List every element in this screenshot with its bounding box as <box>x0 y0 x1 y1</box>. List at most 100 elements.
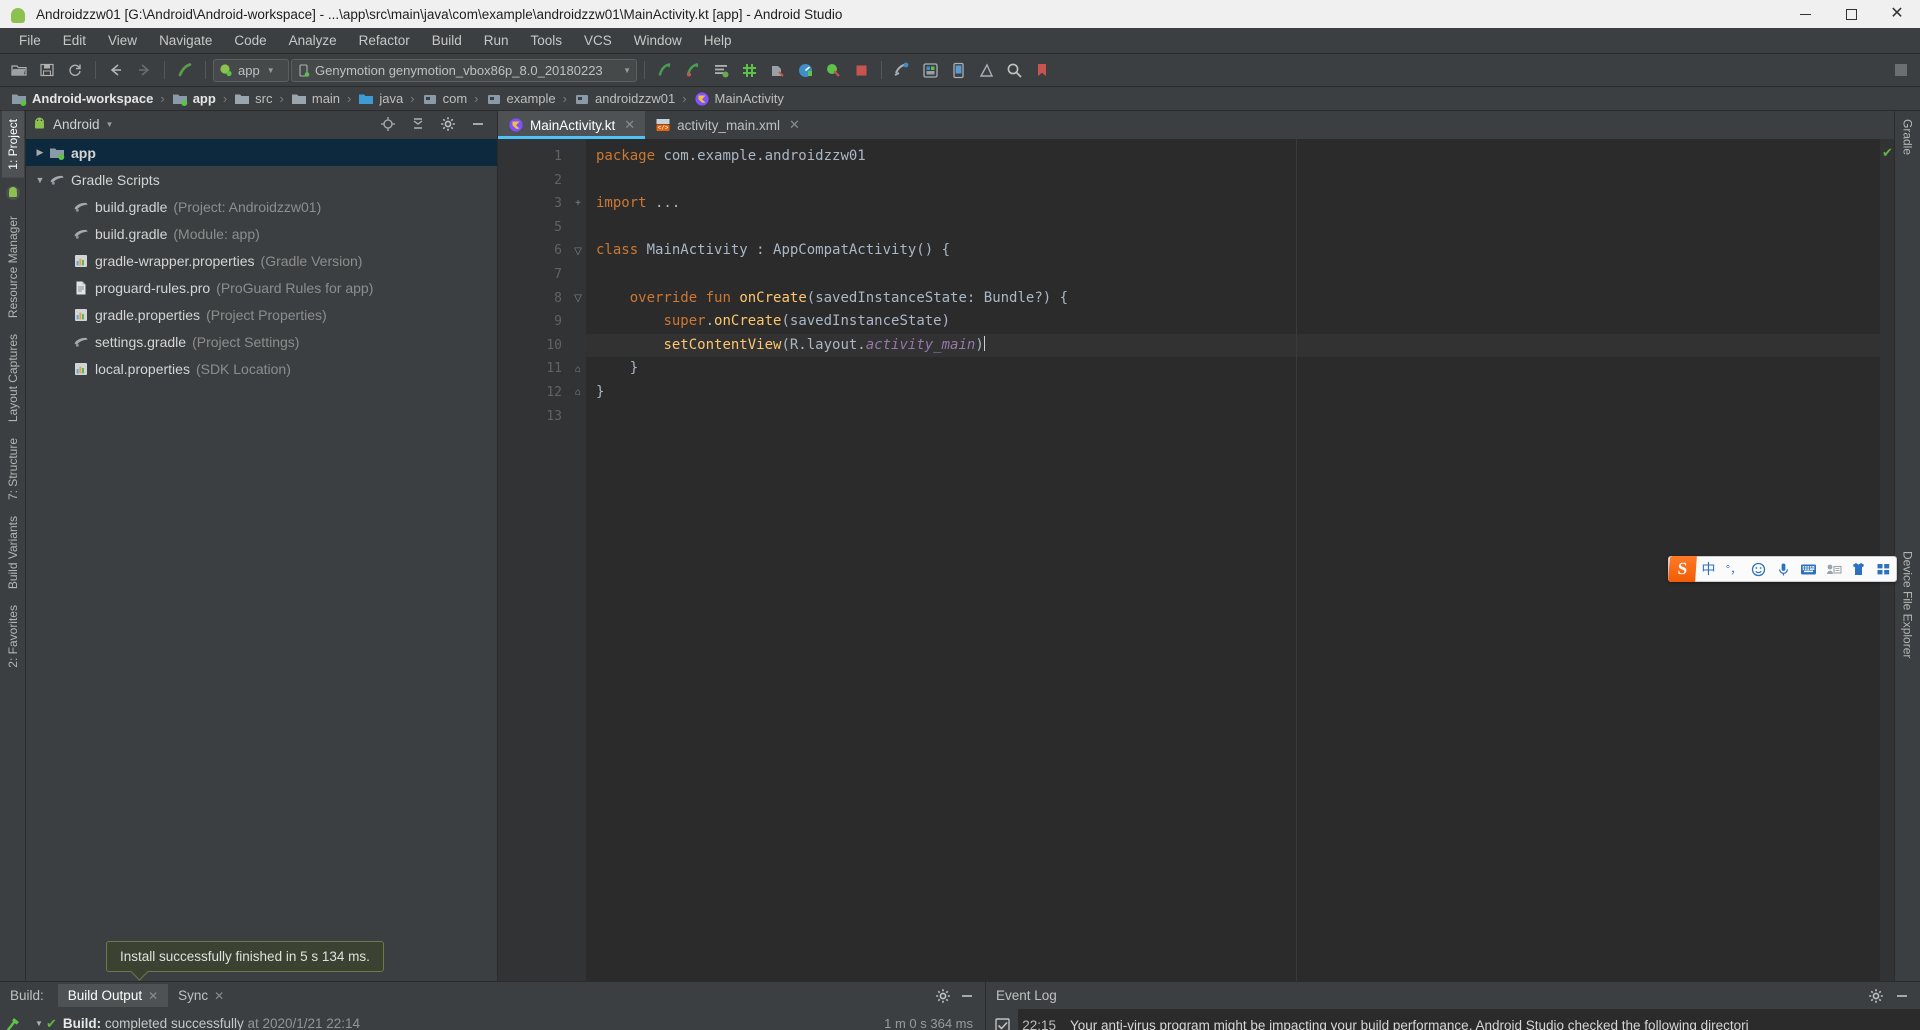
code-fold-toggle[interactable]: ⌂ <box>570 357 586 381</box>
collapse-all-icon[interactable] <box>405 112 431 137</box>
open-folder-icon[interactable] <box>6 58 32 83</box>
left-rail-tab-1-project[interactable]: 1: Project <box>1 111 24 178</box>
tree-node-build.gradle[interactable]: build.gradle (Project: Androidzzw01) <box>26 193 497 220</box>
avd-manager-icon[interactable] <box>820 58 846 83</box>
close-icon[interactable]: ✕ <box>624 117 635 133</box>
avd-device-icon[interactable] <box>945 58 971 83</box>
skin-icon[interactable] <box>1846 556 1871 582</box>
profiler-icon[interactable] <box>792 58 818 83</box>
gradle-sync-icon[interactable] <box>172 58 198 83</box>
editor-tab-activity-main-xml[interactable]: </> activity_main.xml ✕ <box>645 111 810 139</box>
menu-item-window[interactable]: Window <box>623 30 693 51</box>
settings-gear-icon[interactable] <box>1868 988 1884 1004</box>
sdk-manager-icon[interactable] <box>889 58 915 83</box>
code-fold-toggle[interactable]: ⌂ <box>570 381 586 405</box>
menu-item-file[interactable]: File <box>8 30 52 51</box>
code-fold-toggle[interactable]: ▽ <box>570 287 586 311</box>
maximize-button[interactable] <box>1828 0 1874 28</box>
tree-node-gradle-wrapper.properties[interactable]: gradle-wrapper.properties (Gradle Version… <box>26 247 497 274</box>
close-icon[interactable]: ✕ <box>789 117 800 133</box>
code-line[interactable]: } <box>586 381 1880 405</box>
build-hammer-icon[interactable] <box>5 1015 23 1030</box>
code-line[interactable] <box>586 405 1880 429</box>
mark-all-read-icon[interactable] <box>994 1017 1011 1030</box>
menu-item-tools[interactable]: Tools <box>520 30 574 51</box>
bookmark-icon[interactable] <box>1029 58 1055 83</box>
breadcrumb-item-main[interactable]: main <box>288 90 343 108</box>
code-line[interactable] <box>586 263 1880 287</box>
sync-project-icon[interactable] <box>62 58 88 83</box>
breadcrumb-item-java[interactable]: java <box>355 90 406 108</box>
code-line[interactable] <box>586 216 1880 240</box>
stop-icon[interactable] <box>848 58 874 83</box>
handwriting-icon[interactable] <box>1821 556 1846 582</box>
device-selector[interactable]: Genymotion genymotion_vbox86p_8.0_201802… <box>291 58 637 82</box>
soft-keyboard-icon[interactable] <box>1796 556 1821 582</box>
code-line[interactable]: import ... <box>586 192 1880 216</box>
tree-node-build.gradle[interactable]: build.gradle (Module: app) <box>26 220 497 247</box>
apply-changes-icon[interactable] <box>708 58 734 83</box>
navigate-back-icon[interactable] <box>103 58 129 83</box>
run-icon[interactable] <box>652 58 678 83</box>
breadcrumb-item-mainactivity[interactable]: MainActivity <box>691 90 787 108</box>
build-tab-build-output[interactable]: Build Output ✕ <box>57 984 169 1007</box>
left-rail-tab-build-variants[interactable]: Build Variants <box>2 508 24 597</box>
hide-panel-icon[interactable] <box>959 988 975 1004</box>
toolbox-icon[interactable] <box>1871 556 1896 582</box>
navigate-forward-icon[interactable] <box>131 58 157 83</box>
project-structure-icon[interactable] <box>917 58 943 83</box>
module-selector[interactable]: app ▼ <box>213 58 289 82</box>
breadcrumb-item-com[interactable]: com <box>419 90 471 108</box>
minimize-button[interactable] <box>1782 0 1828 28</box>
punctuation-icon[interactable]: °， <box>1721 556 1746 582</box>
code-line[interactable]: class MainActivity : AppCompatActivity()… <box>586 239 1880 263</box>
menu-item-help[interactable]: Help <box>693 30 743 51</box>
left-rail-tab-7-structure[interactable]: 7: Structure <box>2 430 24 508</box>
tree-node-app[interactable]: ▶ app <box>26 139 497 166</box>
build-output-row[interactable]: ▼ ✔ Build: completed successfully at 2020/… <box>28 1013 985 1030</box>
menu-item-edit[interactable]: Edit <box>52 30 97 51</box>
debug-icon[interactable] <box>680 58 706 83</box>
menu-item-code[interactable]: Code <box>223 30 277 51</box>
tree-node-gradle-scripts[interactable]: ▼ Gradle Scripts <box>26 166 497 193</box>
locate-file-icon[interactable] <box>375 112 401 137</box>
left-rail-tab-resource-manager[interactable]: Resource Manager <box>2 208 24 326</box>
menu-item-run[interactable]: Run <box>473 30 520 51</box>
breadcrumb-item-src[interactable]: src <box>231 90 275 108</box>
menu-item-navigate[interactable]: Navigate <box>148 30 223 51</box>
project-tree[interactable]: ▶ app ▼ Gradle Scripts build.gradle (Project:… <box>26 137 497 981</box>
menu-item-build[interactable]: Build <box>421 30 473 51</box>
voice-input-icon[interactable] <box>1771 556 1796 582</box>
chevron-down-icon[interactable]: ▼ <box>32 1019 46 1028</box>
attach-debugger-icon[interactable] <box>764 58 790 83</box>
chevron-down-icon[interactable]: ▼ <box>106 120 114 129</box>
event-log-content[interactable]: 22:15 Your anti-virus program might be im… <box>1018 1009 1920 1030</box>
code-line[interactable]: setContentView(R.layout.activity_main) <box>586 333 1880 358</box>
code-line[interactable]: super.onCreate(savedInstanceState) <box>586 310 1880 334</box>
editor-gutter[interactable]: 1 2 3 5 6 7 8 9 10 11 12 13 <box>498 139 570 981</box>
build-output-tree[interactable]: ▼ ✔ Build: completed successfully at 2020/… <box>28 1009 985 1030</box>
code-line[interactable]: package com.example.androidzzw01 <box>586 145 1880 169</box>
close-button[interactable]: ✕ <box>1874 0 1920 28</box>
close-icon[interactable]: ✕ <box>148 989 158 1003</box>
breadcrumb-item-example[interactable]: example <box>483 90 559 108</box>
left-rail-tab-2-favorites[interactable]: 2: Favorites <box>2 597 24 676</box>
chevron-down-icon[interactable]: ▼ <box>32 175 48 185</box>
right-rail-tab-device-file-explorer[interactable]: Device File Explorer <box>1897 543 1919 666</box>
code-line[interactable]: } <box>586 357 1880 381</box>
menu-item-analyze[interactable]: Analyze <box>278 30 348 51</box>
breadcrumb-item-androidzzw01[interactable]: androidzzw01 <box>571 90 678 108</box>
sogou-ime-toolbar[interactable]: S 中 °， <box>1668 556 1897 582</box>
layout-inspector-icon[interactable] <box>973 58 999 83</box>
tree-node-settings.gradle[interactable]: settings.gradle (Project Settings) <box>26 328 497 355</box>
hide-panel-icon[interactable] <box>1894 988 1910 1004</box>
project-view-selector[interactable]: Android <box>53 117 100 132</box>
save-all-icon[interactable] <box>34 58 60 83</box>
right-rail-tab-gradle[interactable]: Gradle <box>1897 111 1919 163</box>
editor-tab-mainactivity-kt[interactable]: MainActivity.kt ✕ <box>498 111 646 139</box>
code-line[interactable]: override fun onCreate(savedInstanceState… <box>586 287 1880 311</box>
breadcrumb-item-android-workspace[interactable]: Android-workspace <box>8 90 156 108</box>
sogou-logo-icon[interactable]: S <box>1668 556 1697 582</box>
build-tab-sync[interactable]: Sync ✕ <box>168 984 234 1007</box>
tree-node-proguard-rules.pro[interactable]: proguard-rules.pro (ProGuard Rules for ap… <box>26 274 497 301</box>
